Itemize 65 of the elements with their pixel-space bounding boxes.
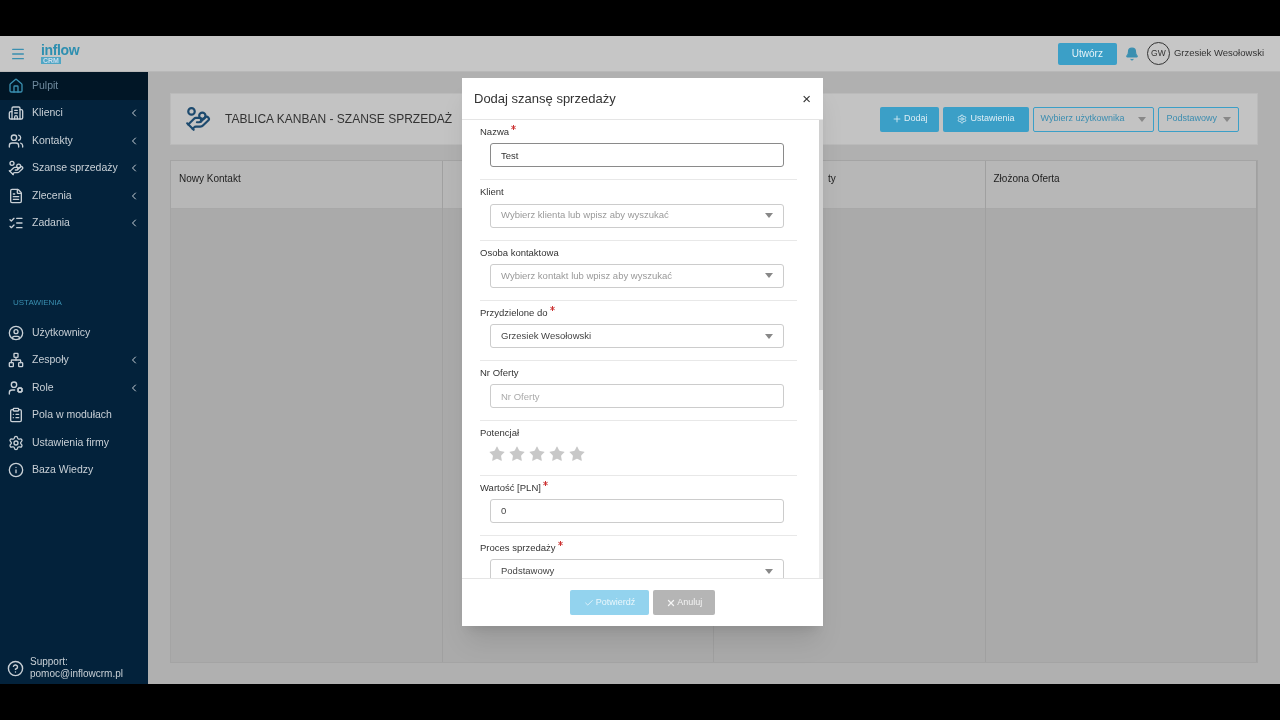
field-label: Nr Oferty bbox=[480, 366, 519, 380]
plus-icon bbox=[891, 114, 902, 124]
user-tag-icon bbox=[8, 379, 24, 396]
sidebar-item[interactable]: Zadania bbox=[0, 209, 148, 237]
star-icon[interactable] bbox=[508, 444, 526, 463]
field-label: Proces sprzedaży bbox=[480, 540, 556, 555]
field-label: Wartość [PLN] bbox=[480, 480, 541, 495]
hand-coin-icon bbox=[8, 160, 24, 177]
hierarchy-icon bbox=[8, 352, 24, 369]
caret-icon bbox=[765, 213, 773, 218]
section-heading: USTAWIENIA bbox=[12, 297, 63, 309]
sidebar-item[interactable]: Role bbox=[0, 374, 148, 402]
star-icon[interactable] bbox=[528, 444, 546, 463]
sidebar-item[interactable]: Zespoły bbox=[0, 346, 148, 374]
user-name[interactable]: Grzesiek Wesołowski bbox=[1173, 46, 1264, 61]
sidebar-item[interactable]: Szanse sprzedaży bbox=[0, 154, 148, 182]
sidebar-item[interactable]: Ustawienia firmy bbox=[0, 429, 148, 457]
bell-icon[interactable] bbox=[1124, 46, 1139, 61]
star-icon[interactable] bbox=[548, 444, 566, 463]
modal-title: Dodaj szansę sprzedaży bbox=[474, 89, 616, 108]
sidebar-item[interactable]: Klienci bbox=[0, 99, 148, 127]
document-icon bbox=[8, 187, 24, 204]
check-icon bbox=[583, 597, 594, 608]
column-title: ty bbox=[828, 172, 836, 186]
field-label: Nazwa bbox=[480, 125, 510, 139]
close-button[interactable]: × bbox=[802, 91, 811, 106]
caret-icon bbox=[765, 568, 773, 574]
field-label: Potencjał bbox=[480, 426, 520, 441]
settings-icon bbox=[957, 114, 968, 124]
home-icon bbox=[8, 77, 24, 94]
page-title: TABLICA KANBAN - SZANSE SPRZEDAŻ bbox=[225, 111, 453, 128]
help-icon bbox=[7, 659, 24, 677]
building-icon bbox=[8, 105, 24, 122]
support-label: Support: bbox=[30, 656, 69, 668]
sidebar-item[interactable]: Zlecenia bbox=[0, 182, 148, 210]
info-icon bbox=[8, 462, 24, 479]
caret-icon bbox=[765, 333, 773, 339]
sidebar-item[interactable]: Pulpit bbox=[0, 72, 148, 100]
caret-icon bbox=[1223, 116, 1231, 122]
star-icon[interactable] bbox=[568, 444, 586, 463]
star-icon[interactable] bbox=[488, 444, 506, 463]
field-label: Przydzielone do bbox=[480, 305, 548, 320]
text-field[interactable]: 0 bbox=[490, 498, 784, 523]
sidebar-item[interactable]: Użytkownicy bbox=[0, 319, 148, 347]
select-field[interactable]: Grzesiek Wesołowski bbox=[490, 324, 784, 348]
sidebar-item[interactable]: Pola w modułach bbox=[0, 401, 148, 429]
sidebar-item[interactable]: Baza Wiedzy bbox=[0, 456, 148, 484]
sidebar-item[interactable]: Kontakty bbox=[0, 127, 148, 155]
select-field[interactable]: Podstawowy bbox=[490, 559, 784, 578]
column-title: Złożona Oferta bbox=[993, 172, 1060, 186]
scrollbar[interactable] bbox=[819, 120, 823, 578]
text-field[interactable]: Nr Oferty bbox=[490, 384, 784, 409]
user-circle-icon bbox=[8, 324, 24, 341]
hand-coin-icon bbox=[185, 106, 211, 132]
field-label: Osoba kontaktowa bbox=[480, 245, 559, 260]
support-email[interactable]: pomoc@inflowcrm.pl bbox=[30, 668, 123, 680]
close-icon bbox=[666, 597, 677, 608]
settings-icon bbox=[8, 434, 24, 451]
field-label: Klient bbox=[480, 185, 504, 200]
form-icon bbox=[8, 407, 24, 424]
text-field[interactable]: Test bbox=[490, 143, 784, 168]
caret-icon bbox=[1138, 116, 1147, 122]
users-icon bbox=[8, 132, 24, 149]
column-title: Nowy Kontakt bbox=[179, 172, 241, 186]
caret-icon bbox=[765, 273, 773, 279]
